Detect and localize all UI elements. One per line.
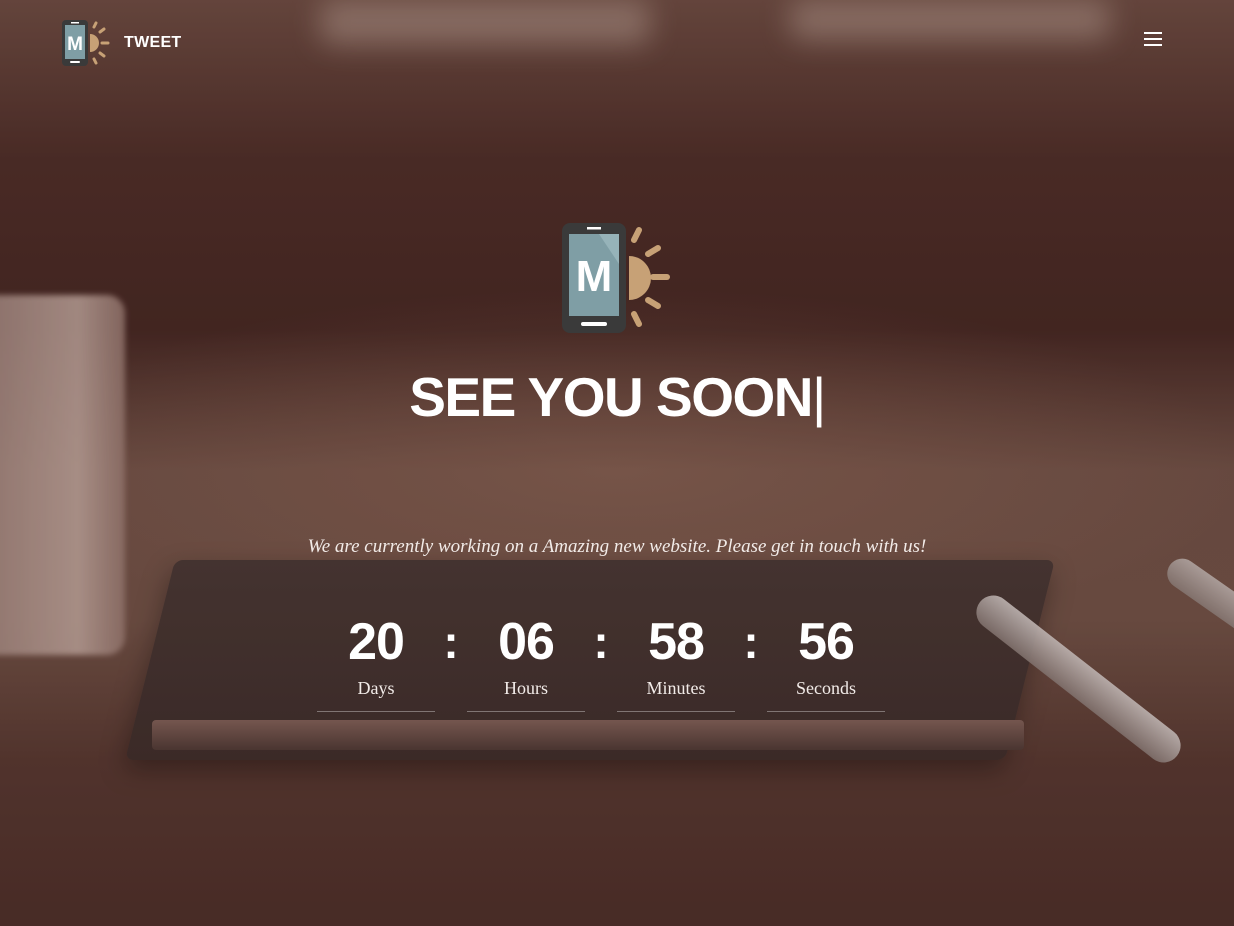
typing-cursor: | bbox=[811, 366, 826, 428]
page-title: SEE YOU SOON| bbox=[409, 366, 826, 428]
minutes-value: 58 bbox=[648, 613, 705, 671]
logo-text: TWEET bbox=[124, 34, 182, 51]
countdown-seconds: 56 Seconds bbox=[767, 610, 885, 712]
divider bbox=[767, 711, 885, 712]
divider bbox=[467, 711, 585, 712]
countdown-days: 20 Days bbox=[317, 610, 435, 712]
site-logo[interactable]: M TWEET bbox=[60, 18, 182, 68]
countdown-separator: : bbox=[443, 616, 459, 668]
hero-phone-sun-logo-icon: M bbox=[562, 223, 670, 333]
countdown-separator: : bbox=[593, 616, 609, 668]
background-photo bbox=[0, 0, 1234, 926]
hamburger-menu-icon bbox=[1144, 32, 1162, 34]
site-header: M TWEET bbox=[60, 18, 1164, 70]
countdown-timer: 20 Days : 06 Hours : 58 Minutes : 56 Sec… bbox=[317, 610, 887, 720]
phone-sun-logo-icon: M bbox=[62, 20, 110, 66]
seconds-label: Seconds bbox=[796, 678, 856, 698]
divider bbox=[317, 711, 435, 712]
days-value: 20 bbox=[348, 613, 405, 671]
minutes-label: Minutes bbox=[646, 678, 706, 698]
days-label: Days bbox=[357, 678, 395, 698]
hours-value: 06 bbox=[498, 613, 555, 671]
seconds-value: 56 bbox=[798, 613, 855, 671]
countdown-separator: : bbox=[743, 616, 759, 668]
divider bbox=[617, 711, 735, 712]
tagline: We are currently working on a Amazing ne… bbox=[307, 536, 927, 557]
countdown-minutes: 58 Minutes bbox=[617, 610, 735, 712]
logo-letter: M bbox=[67, 34, 83, 55]
hours-label: Hours bbox=[504, 678, 548, 698]
countdown-hours: 06 Hours bbox=[467, 610, 585, 712]
menu-button[interactable] bbox=[1144, 32, 1164, 48]
hero-logo-letter: M bbox=[576, 252, 613, 301]
